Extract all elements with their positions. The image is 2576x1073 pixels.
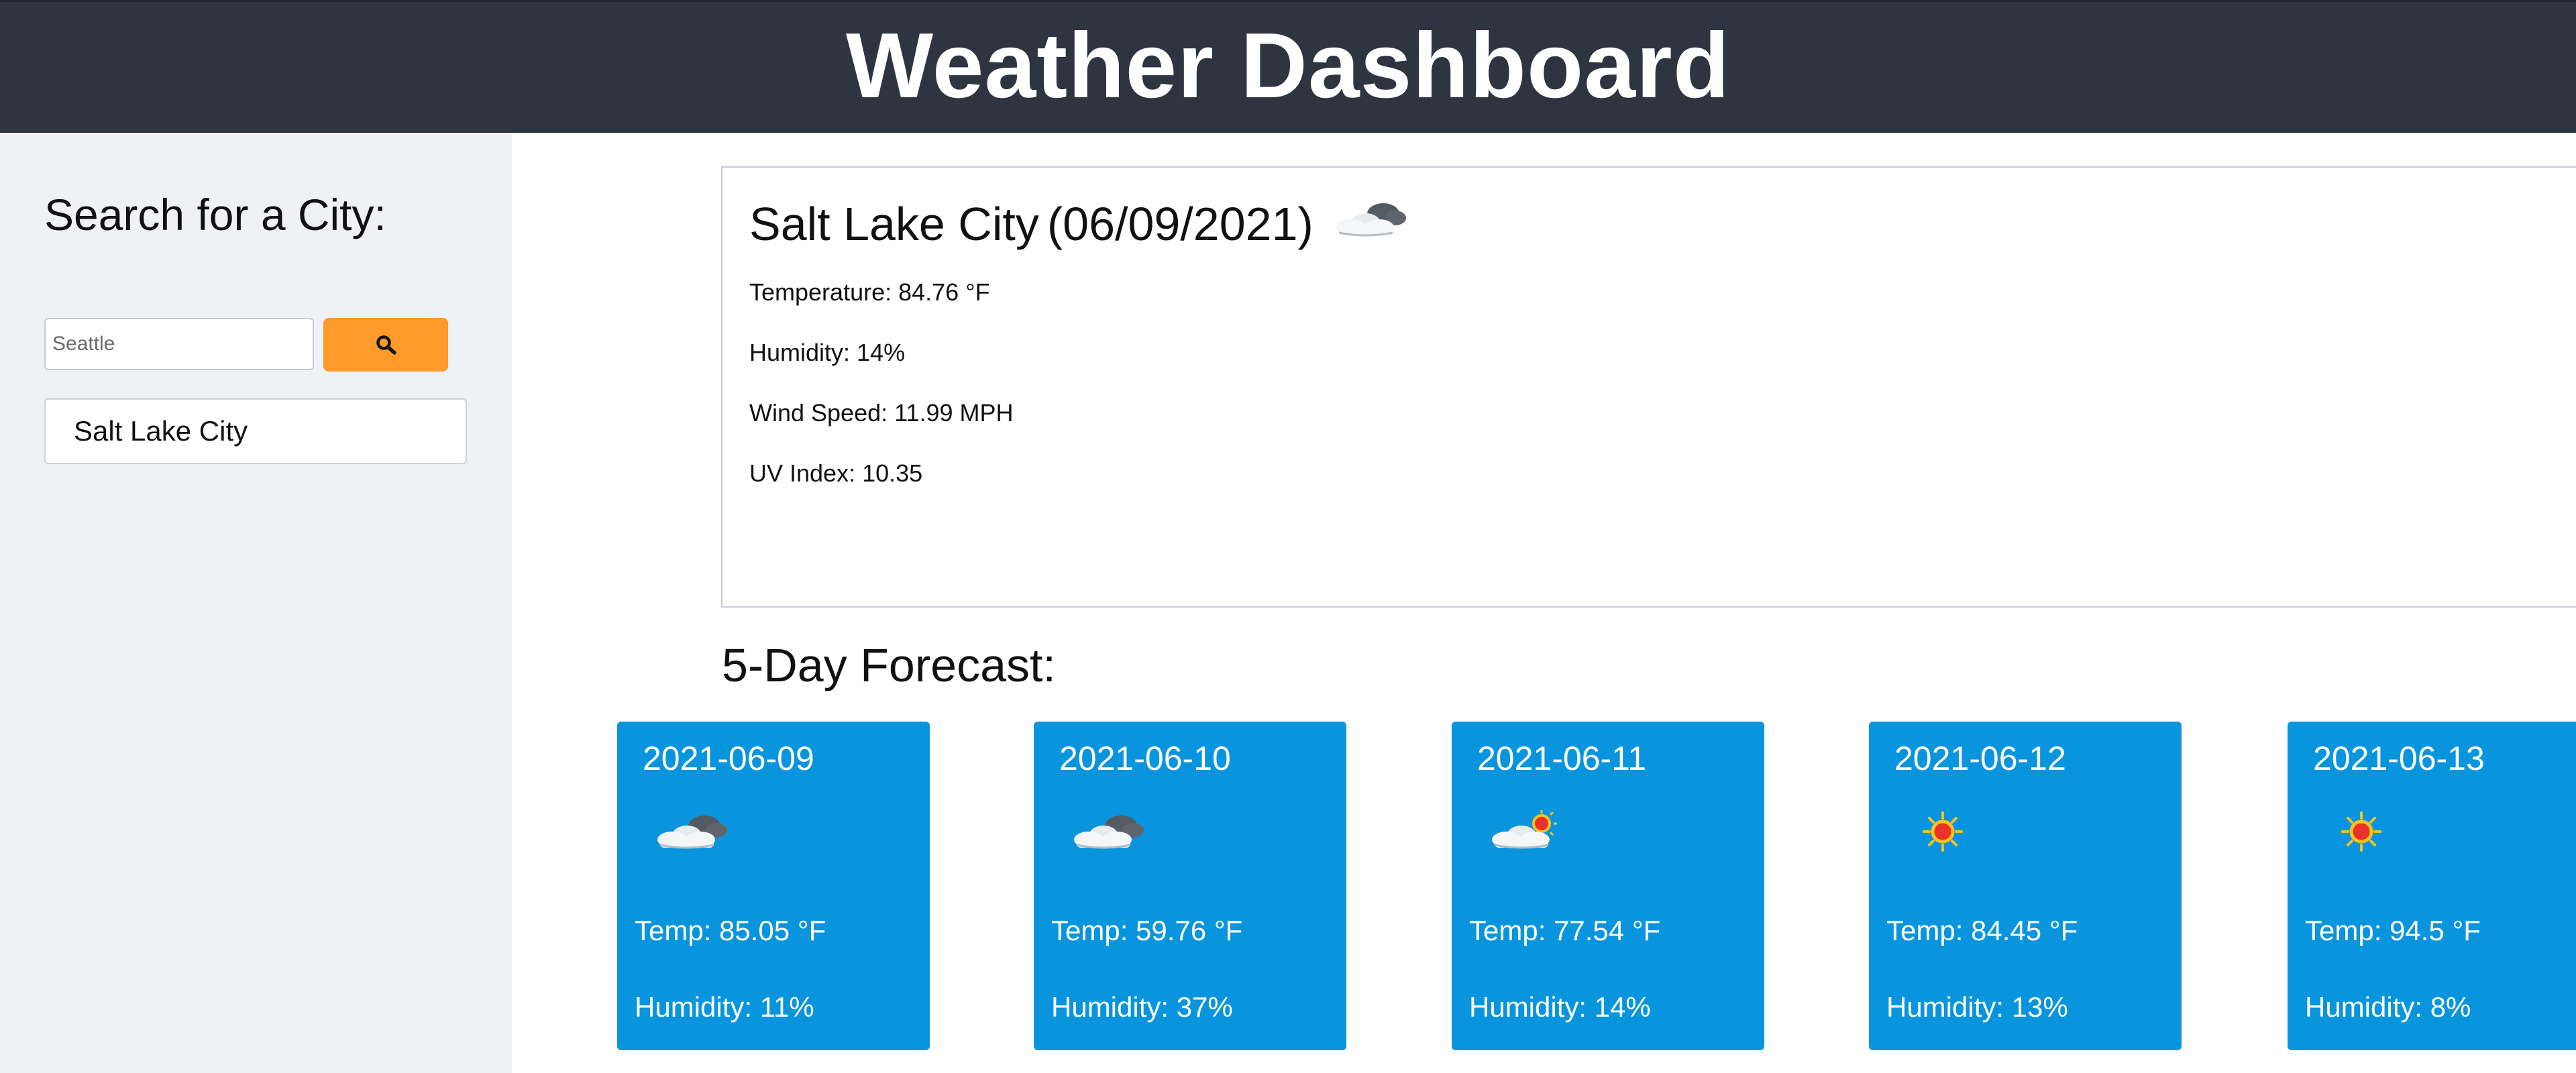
cloudy-night-icon [1069,809,1148,855]
current-humidity: Humidity: 14% [749,339,906,366]
current-uv-index: UV Index: 10.35 [749,459,923,487]
app-title: Weather Dashboard [845,14,1731,117]
forecast-temp: Temp: 59.76 °F [1051,915,1243,946]
current-city-name: Salt Lake City [749,198,1039,250]
forecast-card: 2021-06-11 Temp: 77.54 °F Humidity: 14% [1452,722,1764,1050]
city-search-input[interactable] [44,318,314,370]
forecast-humidity: Humidity: 13% [1886,991,2068,1023]
forecast-card: 2021-06-12 Temp: 84.45 °F Humidity: 13% [1869,722,2182,1050]
search-sidebar: Search for a City: Salt Lake City [0,133,512,1073]
forecast-card: 2021-06-10 Temp: 59.76 °F Humidity: 37% [1034,722,1346,1050]
partly-cloudy-night-icon [1331,196,1410,250]
app-header: Weather Dashboard [0,0,2576,133]
forecast-temp: Temp: 94.5 °F [2305,915,2481,946]
search-icon [376,335,396,355]
forecast-heading: 5-Day Forecast: [722,639,1056,691]
current-date: (06/09/2021) [1046,198,1313,250]
sun-icon [2339,809,2384,858]
cloud-sun-icon [1487,809,1566,855]
forecast-temp: Temp: 84.45 °F [1886,915,2078,946]
forecast-humidity: Humidity: 37% [1051,991,1233,1023]
forecast-temp: Temp: 77.54 °F [1469,915,1661,946]
search-button[interactable] [323,318,448,372]
current-weather-card: Salt Lake City (06/09/2021) Temperature: … [721,166,2576,608]
forecast-temp: Temp: 85.05 °F [635,915,826,946]
forecast-date: 2021-06-12 [1894,740,2066,777]
forecast-card: 2021-06-09 Temp: 85.05 °F Humidity: 11% [617,722,930,1050]
forecast-date: 2021-06-09 [643,740,814,777]
forecast-humidity: Humidity: 8% [2305,991,2471,1023]
current-wind-speed: Wind Speed: 11.99 MPH [749,399,1014,427]
forecast-date: 2021-06-11 [1477,740,1647,777]
current-weather-title: Salt Lake City (06/09/2021) [749,197,1410,251]
forecast-date: 2021-06-13 [2313,740,2485,777]
cloudy-night-icon [652,809,731,855]
forecast-humidity: Humidity: 14% [1469,991,1651,1023]
forecast-date: 2021-06-10 [1059,740,1231,777]
search-heading: Search for a City: [44,190,386,239]
sun-icon [1920,809,1966,858]
forecast-card: 2021-06-13 Temp: 94.5 °F Humidity: 8% [2288,722,2576,1050]
history-city-button[interactable]: Salt Lake City [44,398,467,464]
current-temperature: Temperature: 84.76 °F [749,278,990,306]
forecast-humidity: Humidity: 11% [635,991,814,1023]
